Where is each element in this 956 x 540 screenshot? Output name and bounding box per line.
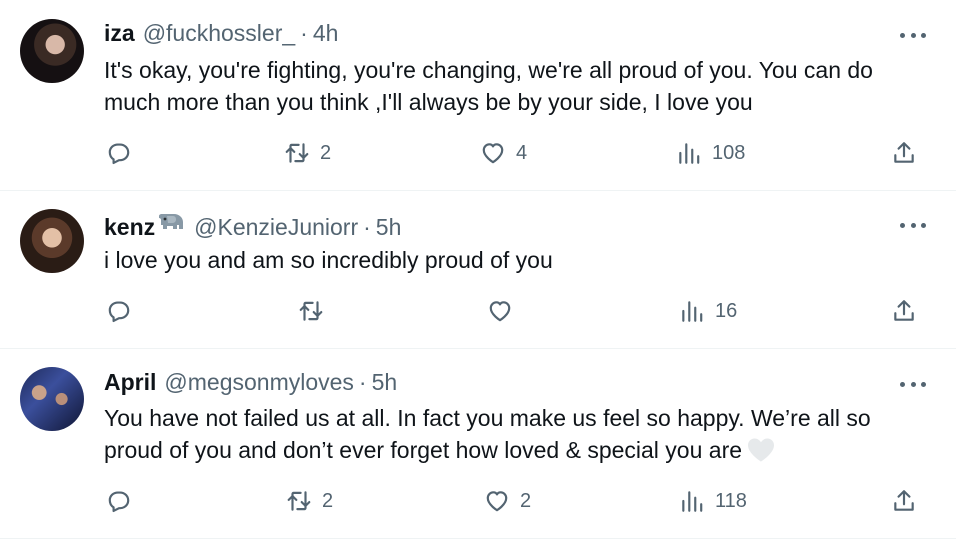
views-count: 108 [712,141,746,164]
tweet-header: iza @fuckhossler_ · 4h [104,20,338,47]
user-handle[interactable]: @KenzieJuniorr [194,214,358,241]
timestamp[interactable]: 5h [376,214,402,241]
share-button[interactable] [891,488,917,514]
like-button[interactable] [487,298,523,324]
views-icon [679,298,705,324]
retweet-count: 2 [322,489,334,512]
user-handle[interactable]: @fuckhossler_ [143,20,295,47]
views-count: 16 [715,299,738,322]
white-heart-emoji [746,437,776,463]
heart-icon [480,140,506,166]
timestamp[interactable]: 5h [372,369,398,396]
tweet-text: You have not failed us at all. In fact y… [104,402,934,466]
separator: · [363,214,371,240]
heart-icon [484,488,510,514]
tweet-header: April @megsonmyloves · 5h [104,369,397,396]
share-button[interactable] [891,298,917,324]
share-icon [891,488,917,514]
separator: · [358,369,367,395]
avatar[interactable] [20,367,84,431]
views-button[interactable]: 108 [676,140,745,166]
divider [0,538,956,539]
views-button[interactable]: 16 [679,298,737,324]
reply-button[interactable] [106,488,132,514]
tweet[interactable]: April @megsonmyloves · 5h You have not f… [0,349,956,540]
user-handle[interactable]: @megsonmyloves [164,369,354,396]
avatar[interactable] [20,19,84,83]
tweet[interactable]: iza @fuckhossler_ · 4h It's okay, you're… [0,0,956,190]
more-icon[interactable] [900,380,926,388]
tweet[interactable]: kenz @KenzieJuniorr · 5h i love you and … [0,191,956,348]
avatar[interactable] [20,209,84,273]
retweet-icon [298,298,324,324]
retweet-button[interactable]: 2 [284,140,331,166]
reply-feed: iza @fuckhossler_ · 4h It's okay, you're… [0,0,956,540]
heart-icon [487,298,513,324]
retweet-icon [286,488,312,514]
like-button[interactable]: 4 [480,140,527,166]
like-count: 2 [520,489,532,512]
retweet-count: 2 [320,141,332,164]
tweet-header: kenz @KenzieJuniorr · 5h [104,211,401,241]
views-icon [676,140,702,166]
retweet-button[interactable]: 2 [286,488,333,514]
like-button[interactable]: 2 [484,488,531,514]
tweet-text: It's okay, you're fighting, you're chang… [104,57,873,115]
views-icon [679,488,705,514]
more-icon[interactable] [900,221,926,229]
reply-button[interactable] [106,298,132,324]
display-name[interactable]: kenz [104,214,155,241]
share-button[interactable] [891,140,917,166]
display-name[interactable]: iza [104,20,135,47]
retweet-icon [284,140,310,166]
more-icon[interactable] [900,31,926,39]
views-button[interactable]: 118 [679,488,747,514]
reply-icon [106,140,132,166]
reply-icon [106,298,132,324]
separator: · [300,20,308,46]
share-icon [891,298,917,324]
elephant-emoji [156,211,186,235]
share-icon [891,140,917,166]
timestamp[interactable]: 4h [313,20,339,47]
retweet-button[interactable] [298,298,334,324]
views-count: 118 [715,489,747,512]
reply-button[interactable] [106,140,132,166]
like-count: 4 [516,141,528,164]
display-name[interactable]: April [104,369,156,396]
tweet-text: i love you and am so incredibly proud of… [104,247,553,273]
reply-icon [106,488,132,514]
